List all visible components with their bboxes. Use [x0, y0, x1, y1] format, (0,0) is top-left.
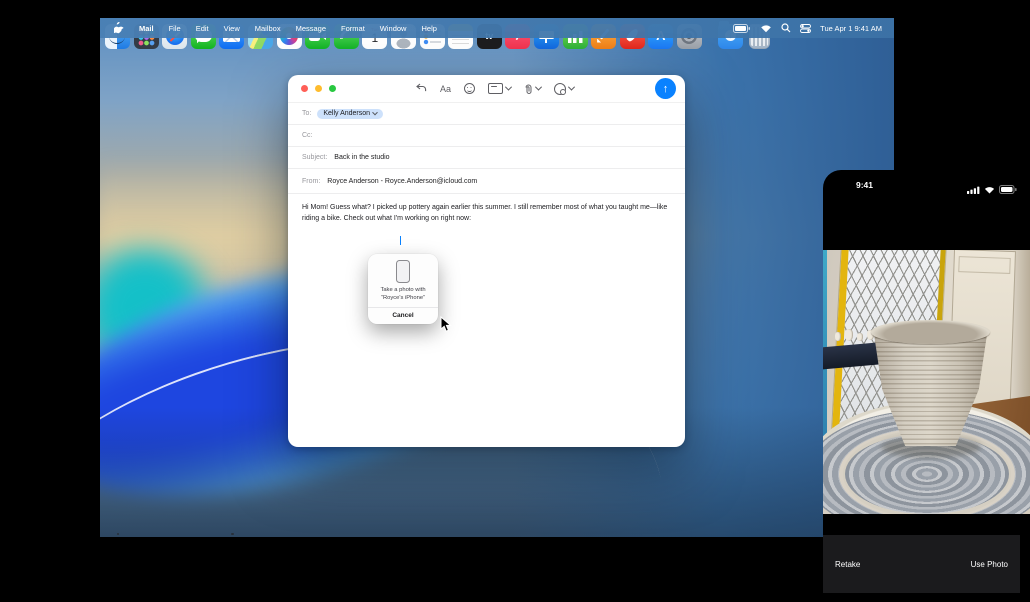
menu-item-message[interactable]: Message: [296, 24, 326, 33]
from-label: From:: [302, 178, 320, 185]
mac-desktop: Mail File Edit View Mailbox Message Form…: [100, 18, 894, 537]
menu-item-view[interactable]: View: [224, 24, 240, 33]
popup-message-line2: “Royce's iPhone”: [380, 295, 425, 303]
menu-item-format[interactable]: Format: [341, 24, 365, 33]
subject-label: Subject:: [302, 154, 327, 161]
wifi-icon[interactable]: [760, 24, 772, 33]
mouse-pointer: [440, 316, 452, 338]
minimize-button[interactable]: [315, 85, 322, 92]
camera-preview-photo: [823, 250, 1030, 514]
menu-item-file[interactable]: File: [169, 24, 181, 33]
cc-field[interactable]: Cc:: [288, 125, 685, 147]
format-icon[interactable]: Aa: [440, 84, 451, 94]
iphone-camera-screen: 9:41 Retake Use Photo: [823, 170, 1030, 593]
continuity-camera-popup: Take a photo with “Royce's iPhone” Cance…: [368, 254, 438, 324]
recipient-pill[interactable]: Kelly Anderson: [317, 109, 383, 119]
phone-cellular-icon: [967, 181, 980, 199]
photo-small-pot: [845, 329, 853, 341]
recipient-chevron-icon: [372, 109, 378, 115]
finder-running-indicator: [117, 533, 120, 536]
menu-app-name[interactable]: Mail: [139, 24, 154, 33]
phone-action-bar: Retake Use Photo: [823, 535, 1020, 593]
apple-menu-icon[interactable]: [114, 22, 124, 34]
text-insertion-cursor: [400, 236, 401, 245]
attach-icon[interactable]: [524, 83, 541, 95]
send-button[interactable]: ↑: [655, 78, 676, 99]
close-button[interactable]: [301, 85, 308, 92]
use-photo-button[interactable]: Use Photo: [971, 560, 1008, 569]
iphone-icon: [396, 260, 410, 283]
recipient-name: Kelly Anderson: [323, 110, 370, 117]
mail-running-indicator: [231, 533, 234, 536]
menu-item-help[interactable]: Help: [421, 24, 436, 33]
control-center-icon[interactable]: [800, 24, 811, 33]
subject-value: Back in the studio: [334, 154, 389, 161]
from-value: Royce Anderson - Royce.Anderson@icloud.c…: [327, 178, 477, 185]
subject-field[interactable]: Subject: Back in the studio: [288, 147, 685, 169]
compose-titlebar: Aa ↑: [288, 75, 685, 103]
insert-photo-icon[interactable]: [554, 83, 574, 95]
zoom-button[interactable]: [329, 85, 336, 92]
retake-button[interactable]: Retake: [835, 560, 860, 569]
photo-small-pot: [857, 333, 863, 341]
emoji-icon[interactable]: [464, 83, 475, 94]
phone-wifi-icon: [984, 181, 995, 199]
header-fields-icon[interactable]: [488, 83, 511, 94]
to-field[interactable]: To: Kelly Anderson: [288, 103, 685, 125]
cancel-button[interactable]: Cancel: [368, 308, 438, 324]
cc-label: Cc:: [302, 132, 313, 139]
photo-small-pot: [835, 332, 841, 341]
phone-battery-icon: [999, 181, 1017, 199]
message-body[interactable]: Hi Mom! Guess what? I picked up pottery …: [288, 194, 684, 224]
search-icon[interactable]: [781, 23, 791, 33]
phone-status-bar: 9:41: [823, 170, 1030, 200]
phone-status-time: 9:41: [856, 180, 873, 190]
mail-compose-window: Aa ↑ To: Kelly Anderson Cc: Subject:: [288, 75, 685, 447]
menu-item-edit[interactable]: Edit: [196, 24, 209, 33]
menubar-clock[interactable]: Tue Apr 1 9:41 AM: [820, 24, 882, 33]
menu-item-window[interactable]: Window: [380, 24, 407, 33]
popup-message-line1: Take a photo with: [380, 287, 425, 295]
to-label: To:: [302, 110, 311, 117]
from-field[interactable]: From: Royce Anderson - Royce.Anderson@ic…: [288, 169, 685, 194]
battery-icon[interactable]: [733, 24, 751, 33]
undo-icon[interactable]: [416, 83, 427, 94]
menu-bar: Mail File Edit View Mailbox Message Form…: [100, 18, 894, 38]
photo-bowl-rim: [871, 320, 990, 344]
menu-item-mailbox[interactable]: Mailbox: [255, 24, 281, 33]
